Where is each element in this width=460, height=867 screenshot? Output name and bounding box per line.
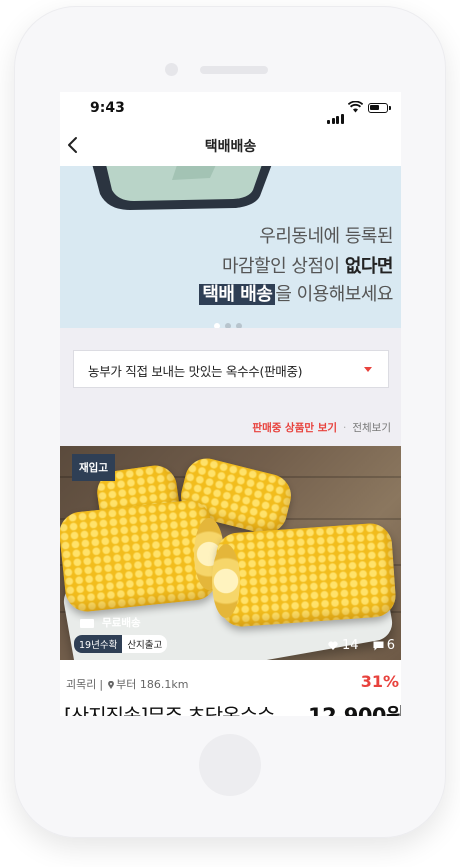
banner-highlight: 택배 배송 <box>199 284 276 305</box>
free-shipping-text: 무료배송 <box>102 617 141 629</box>
heart-icon[interactable] <box>328 641 338 650</box>
earpiece-speaker <box>200 66 268 74</box>
banner-line-2-bold: 없다면 <box>344 256 394 277</box>
home-button[interactable] <box>199 734 261 796</box>
product-price: 12,900원 <box>308 704 401 716</box>
carousel-indicator <box>214 314 247 328</box>
free-shipping-label: 무료배송 <box>80 615 141 630</box>
dropdown-caret-icon <box>364 367 372 372</box>
status-time: 9:43 <box>90 100 125 116</box>
filter-on-sale[interactable]: 판매중 상품만 보기 <box>252 422 337 434</box>
corn-cut-end <box>212 544 240 618</box>
product-title[interactable]: [산지직송]무주 초당옥수수 <box>64 700 275 716</box>
product-stats: 14 6 <box>328 638 395 653</box>
banner-line-2-prefix: 마감할인 상점이 <box>221 256 345 277</box>
comment-icon[interactable] <box>373 641 384 651</box>
harvest-tag: 19년수확 <box>74 635 123 653</box>
meta-divider: | <box>99 678 104 691</box>
tablet-illustration <box>92 166 272 210</box>
filter-separator: · <box>343 422 347 434</box>
app-screen: 9:43 택배배송 우리동네에 등록된 마감할인 상점이 없다면 택배 배송 을 … <box>60 92 401 716</box>
truck-icon <box>80 618 94 628</box>
corn-piece <box>214 521 398 629</box>
front-camera <box>165 63 178 76</box>
distance-text: 부터 186.1km <box>116 678 189 691</box>
banner-line-2: 마감할인 상점이 없다면 <box>221 252 394 278</box>
product-image[interactable]: 재입고 무료배송 19년수확 산지출고 14 6 <box>60 446 401 660</box>
page-title: 택배배송 <box>204 139 257 155</box>
cellular-signal-icon <box>327 105 345 124</box>
status-bar: 9:43 <box>60 92 401 126</box>
discount-rate: 31% <box>360 672 399 691</box>
banner-line-1: 우리동네에 등록된 <box>259 226 393 247</box>
battery-icon <box>368 103 391 113</box>
store-name[interactable]: 괴목리 <box>66 678 96 691</box>
comment-count: 6 <box>386 638 395 653</box>
banner-line-3-suffix: 을 이용해보세요 <box>275 284 393 305</box>
filter-section: 농부가 직접 보내는 맛있는 옥수수(판매중) 판매중 상품만 보기 · 전체보기 <box>60 328 401 446</box>
filter-links: 판매중 상품만 보기 · 전체보기 <box>252 420 391 435</box>
restock-badge: 재입고 <box>72 454 115 481</box>
wifi-icon <box>348 101 363 113</box>
product-tags: 19년수확 산지출고 <box>74 635 168 653</box>
promo-banner[interactable]: 우리동네에 등록된 마감할인 상점이 없다면 택배 배송 을 이용해보세요 <box>60 166 401 328</box>
like-count: 14 <box>342 638 359 653</box>
filter-all[interactable]: 전체보기 <box>352 422 391 434</box>
origin-tag: 산지출고 <box>122 635 168 653</box>
navigation-bar: 택배배송 <box>60 126 401 166</box>
dropdown-selected-value: 농부가 직접 보내는 맛있는 옥수수(판매중) <box>88 364 303 379</box>
location-pin-icon <box>108 681 114 689</box>
product-dropdown[interactable]: 농부가 직접 보내는 맛있는 옥수수(판매중) <box>73 350 389 388</box>
product-meta: 괴목리 | 부터 186.1km <box>66 676 188 692</box>
banner-line-3: 택배 배송 을 이용해보세요 <box>199 280 393 306</box>
